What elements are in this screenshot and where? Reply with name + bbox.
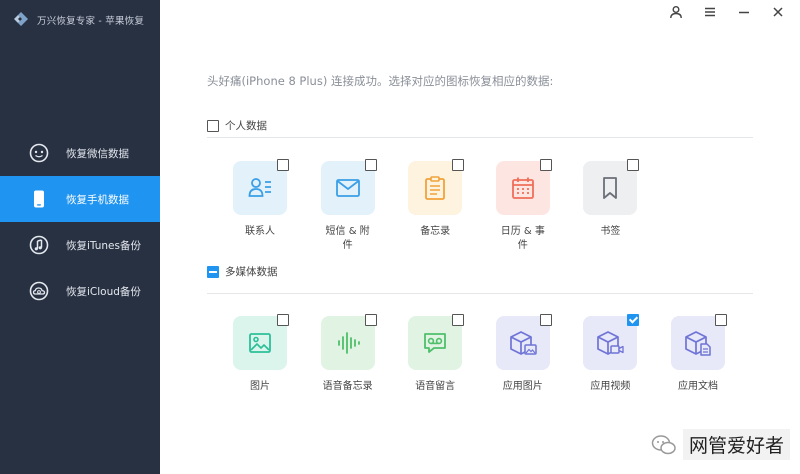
tile-checkbox[interactable]: [452, 314, 465, 326]
tile-label: 语音备忘录: [322, 381, 373, 392]
contacts-icon: [248, 178, 271, 197]
section-personal-data[interactable]: 个人数据: [207, 118, 267, 133]
sidebar-item-label: 恢复iTunes备份: [66, 239, 141, 252]
sidebar: 万兴恢复专家 - 苹果恢复 恢复微信数据 恢复手机数据 恢复iTunes备份 恢…: [0, 0, 160, 474]
tile-label: 书签: [600, 226, 621, 237]
tile-checkbox[interactable]: [627, 314, 640, 326]
multimedia-data-tiles: 图片 语音备忘录 语音留言 应用图片 应用视频 应用文档: [233, 314, 759, 394]
tile-checkbox[interactable]: [277, 159, 289, 171]
main-panel: 头好痛(iPhone 8 Plus) 连接成功。选择对应的图标恢复相应的数据: …: [160, 0, 800, 474]
tile-app-photos[interactable]: 应用图片: [495, 314, 552, 394]
sidebar-item-label: 恢复微信数据: [66, 147, 129, 160]
tile-bookmarks[interactable]: 书签: [583, 159, 640, 253]
tile-calendar[interactable]: 日历 & 事件: [495, 159, 552, 253]
tile-voice-memos[interactable]: 语音备忘录: [320, 314, 377, 394]
section-checkbox[interactable]: [207, 119, 219, 132]
tile-checkbox[interactable]: [452, 159, 465, 171]
section-multimedia-data[interactable]: 多媒体数据: [207, 264, 278, 279]
tile-checkbox[interactable]: [364, 159, 377, 171]
sidebar-item-icloud[interactable]: 恢复iCloud备份: [0, 268, 160, 314]
tile-messages[interactable]: 短信 & 附件: [320, 159, 377, 253]
tile-photos[interactable]: 图片: [233, 314, 289, 394]
tile-checkbox[interactable]: [714, 314, 727, 326]
brand: 万兴恢复专家 - 苹果恢复: [12, 10, 144, 30]
tile-checkbox[interactable]: [539, 159, 552, 171]
message-icon: [335, 179, 360, 197]
bookmark-icon: [603, 177, 618, 199]
tile-checkbox[interactable]: [364, 314, 377, 326]
image-icon: [249, 333, 271, 353]
notes-icon: [425, 176, 446, 200]
personal-data-tiles: 联系人 短信 & 附件 备忘录 日历 & 事件 书签: [233, 159, 671, 253]
app-logo-icon: [14, 12, 28, 26]
tile-label: 日历 & 事件: [500, 226, 545, 251]
tile-label: 联系人: [245, 226, 275, 237]
section-title: 个人数据: [225, 120, 267, 132]
wechat-icon: [28, 142, 50, 164]
music-note-icon: [28, 234, 50, 256]
section-checkbox[interactable]: [207, 265, 219, 278]
cloud-restore-icon: [28, 280, 50, 302]
section-title: 多媒体数据: [225, 266, 278, 278]
watermark: 网管爱好者: [651, 429, 790, 460]
voicemail-icon: [424, 333, 447, 353]
app-title: 万兴恢复专家 - 苹果恢复: [37, 16, 145, 27]
sidebar-nav: 恢复微信数据 恢复手机数据 恢复iTunes备份 恢复iCloud备份: [0, 130, 160, 314]
wechat-logo-icon: [651, 434, 676, 454]
tile-label: 应用图片: [502, 381, 543, 392]
tile-checkbox[interactable]: [277, 314, 289, 326]
tile-app-videos[interactable]: 应用视频: [583, 314, 640, 394]
app-photo-icon: [509, 331, 537, 355]
tile-contacts[interactable]: 联系人: [233, 159, 289, 253]
tile-notes[interactable]: 备忘录: [408, 159, 465, 253]
sidebar-item-phone[interactable]: 恢复手机数据: [0, 176, 160, 222]
tile-label: 语音留言: [415, 381, 456, 392]
sidebar-item-label: 恢复手机数据: [66, 193, 129, 206]
watermark-text: 网管爱好者: [682, 429, 790, 460]
sidebar-item-wechat[interactable]: 恢复微信数据: [0, 130, 160, 176]
device-connected-message: 头好痛(iPhone 8 Plus) 连接成功。选择对应的图标恢复相应的数据:: [207, 74, 554, 88]
app-video-icon: [597, 331, 625, 355]
sidebar-item-itunes[interactable]: 恢复iTunes备份: [0, 222, 160, 268]
phone-icon: [28, 188, 50, 210]
app-document-icon: [685, 331, 711, 356]
tile-checkbox[interactable]: [539, 314, 552, 326]
voice-memo-icon: [337, 332, 360, 354]
calendar-icon: [511, 177, 534, 199]
tile-voicemail[interactable]: 语音留言: [408, 314, 465, 394]
tile-label: 备忘录: [420, 226, 451, 237]
tile-checkbox[interactable]: [627, 159, 640, 171]
divider: [207, 293, 753, 294]
tile-label: 短信 & 附件: [325, 226, 370, 251]
tile-label: 图片: [250, 381, 270, 392]
tile-label: 应用视频: [590, 381, 631, 392]
sidebar-item-label: 恢复iCloud备份: [66, 285, 141, 298]
divider: [207, 137, 753, 138]
tile-app-documents[interactable]: 应用文档: [670, 314, 727, 394]
tile-label: 应用文档: [677, 381, 718, 392]
